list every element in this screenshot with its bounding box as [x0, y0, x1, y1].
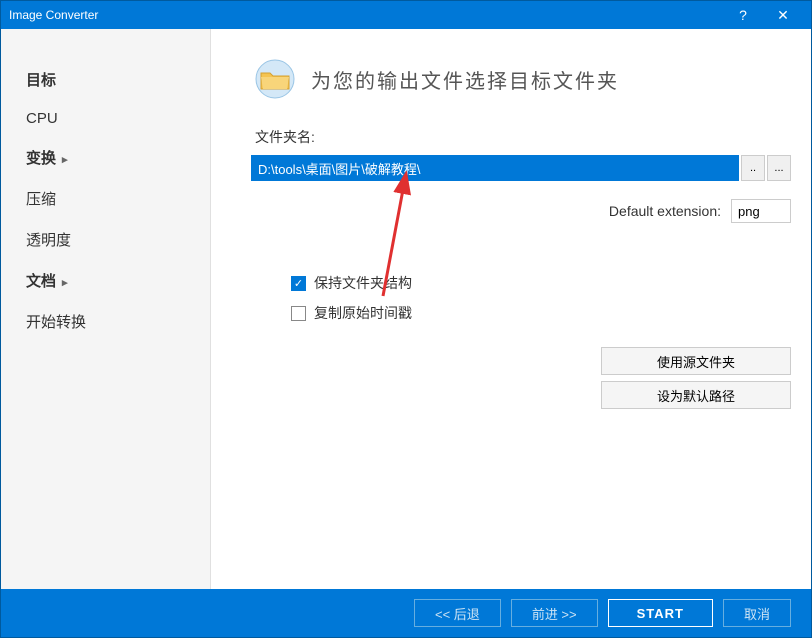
chevron-right-icon: ▸	[62, 277, 68, 289]
sidebar-item-label: 变换	[26, 150, 56, 167]
sidebar-item-compress[interactable]: 压缩	[1, 178, 210, 219]
window-title: Image Converter	[9, 8, 723, 22]
folder-icon	[251, 59, 299, 99]
copy-timestamp-checkbox[interactable]	[291, 306, 306, 321]
set-default-path-button[interactable]: 设为默认路径	[601, 381, 791, 409]
back-button[interactable]: << 后退	[414, 599, 501, 627]
bottom-bar: << 后退 前进 >> START 取消	[1, 589, 811, 637]
start-button[interactable]: START	[608, 599, 713, 627]
cancel-button[interactable]: 取消	[723, 599, 791, 627]
sidebar-item-document[interactable]: 文档 ▸	[1, 260, 210, 301]
keep-structure-label: 保持文件夹结构	[314, 273, 412, 293]
sidebar-item-cpu[interactable]: CPU	[1, 100, 210, 137]
sidebar: 目标 CPU 变换 ▸ 压缩 透明度 文档 ▸ 开始转换	[1, 29, 211, 589]
sidebar-item-label: 文档	[26, 273, 56, 290]
use-source-folder-button[interactable]: 使用源文件夹	[601, 347, 791, 375]
page-title: 为您的输出文件选择目标文件夹	[311, 65, 619, 94]
content-panel: 为您的输出文件选择目标文件夹 文件夹名: .. ... Default exte…	[211, 29, 811, 589]
help-button[interactable]: ?	[723, 1, 763, 29]
default-extension-input[interactable]	[731, 199, 791, 223]
folder-up-button[interactable]: ..	[741, 155, 765, 181]
titlebar: Image Converter ? ✕	[1, 1, 811, 29]
sidebar-item-transparency[interactable]: 透明度	[1, 219, 210, 260]
sidebar-item-target[interactable]: 目标	[1, 59, 210, 100]
keep-structure-checkbox[interactable]: ✓	[291, 276, 306, 291]
sidebar-item-start[interactable]: 开始转换	[1, 301, 210, 342]
forward-button[interactable]: 前进 >>	[511, 599, 598, 627]
copy-timestamp-label: 复制原始时间戳	[314, 303, 412, 323]
chevron-right-icon: ▸	[62, 154, 68, 166]
default-extension-label: Default extension:	[609, 203, 721, 219]
folder-name-label: 文件夹名:	[255, 127, 791, 147]
close-button[interactable]: ✕	[763, 1, 803, 29]
sidebar-item-transform[interactable]: 变换 ▸	[1, 137, 210, 178]
folder-path-input[interactable]	[251, 155, 739, 181]
browse-button[interactable]: ...	[767, 155, 791, 181]
